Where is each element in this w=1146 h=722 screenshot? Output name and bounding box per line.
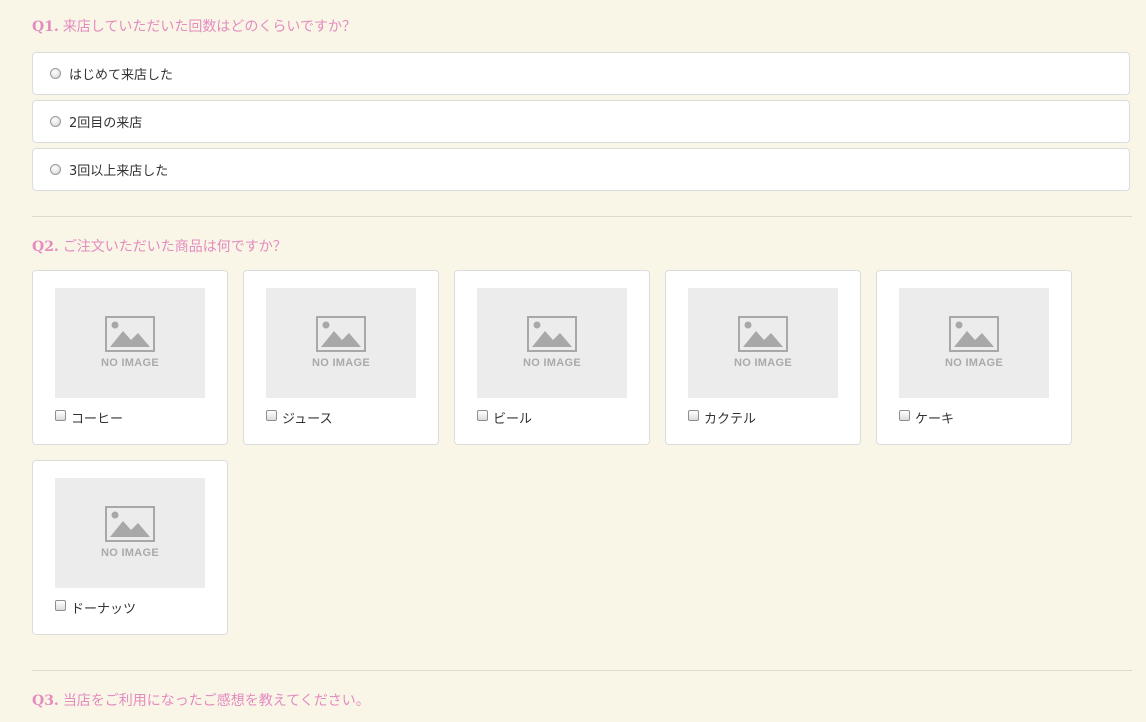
product-label: コーヒー	[71, 412, 124, 427]
no-image-placeholder: NO IMAGE	[55, 478, 205, 588]
checkbox[interactable]	[899, 410, 910, 421]
no-image-placeholder: NO IMAGE	[55, 288, 205, 398]
checkbox-row[interactable]: ドーナッツ	[55, 598, 136, 617]
no-image-text: NO IMAGE	[100, 547, 159, 559]
question-1-text: 来店していただいた回数はどのくらいですか？	[62, 19, 356, 35]
question-1-title: Q1. 来店していただいた回数はどのくらいですか？	[32, 17, 356, 37]
no-image-text: NO IMAGE	[522, 357, 581, 369]
question-3-number: Q3.	[32, 693, 59, 709]
q1-option-first-visit[interactable]: はじめて来店した	[32, 52, 1130, 95]
no-image-text: NO IMAGE	[733, 357, 792, 369]
question-2-title: Q2. ご注文いただいた商品は何ですか？	[32, 237, 287, 257]
image-placeholder-icon	[105, 506, 155, 542]
product-label: カクテル	[704, 412, 757, 427]
checkbox[interactable]	[688, 410, 699, 421]
checkbox-row[interactable]: ジュース	[266, 408, 332, 427]
checkbox-row[interactable]: ビール	[477, 408, 532, 427]
checkbox[interactable]	[55, 410, 66, 421]
product-card-donut[interactable]: NO IMAGE ドーナッツ	[32, 460, 228, 635]
product-card-juice[interactable]: NO IMAGE ジュース	[243, 270, 439, 445]
product-card-cocktail[interactable]: NO IMAGE カクテル	[665, 270, 861, 445]
image-placeholder-icon	[527, 316, 577, 352]
no-image-placeholder: NO IMAGE	[688, 288, 838, 398]
no-image-placeholder: NO IMAGE	[899, 288, 1049, 398]
no-image-text: NO IMAGE	[944, 357, 1003, 369]
checkbox[interactable]	[477, 410, 488, 421]
no-image-text: NO IMAGE	[311, 357, 370, 369]
checkbox-row[interactable]: コーヒー	[55, 408, 123, 427]
image-placeholder-icon	[105, 316, 155, 352]
option-label: 3回以上来店した	[69, 164, 169, 179]
option-label: 2回目の来店	[69, 116, 143, 131]
question-1-number: Q1.	[32, 19, 59, 35]
q1-option-second-visit[interactable]: 2回目の来店	[32, 100, 1130, 143]
section-divider	[32, 216, 1132, 217]
product-card-coffee[interactable]: NO IMAGE コーヒー	[32, 270, 228, 445]
question-2-number: Q2.	[32, 239, 59, 255]
image-placeholder-icon	[316, 316, 366, 352]
product-label: ケーキ	[915, 412, 955, 427]
image-placeholder-icon	[949, 316, 999, 352]
no-image-placeholder: NO IMAGE	[477, 288, 627, 398]
checkbox-row[interactable]: カクテル	[688, 408, 756, 427]
checkbox[interactable]	[55, 600, 66, 611]
question-3-text: 当店をご利用になったご感想を教えてください。	[62, 693, 370, 709]
product-label: ジュース	[282, 412, 333, 427]
product-card-beer[interactable]: NO IMAGE ビール	[454, 270, 650, 445]
no-image-text: NO IMAGE	[100, 357, 159, 369]
product-label: ビール	[493, 412, 533, 427]
radio-button[interactable]	[50, 116, 61, 127]
checkbox[interactable]	[266, 410, 277, 421]
section-divider	[32, 670, 1132, 671]
question-3-title: Q3. 当店をご利用になったご感想を教えてください。	[32, 691, 370, 711]
product-label: ドーナッツ	[71, 602, 137, 617]
radio-button[interactable]	[50, 164, 61, 175]
radio-button[interactable]	[50, 68, 61, 79]
question-2-text: ご注文いただいた商品は何ですか？	[62, 239, 287, 255]
q1-option-three-plus-visits[interactable]: 3回以上来店した	[32, 148, 1130, 191]
option-label: はじめて来店した	[69, 68, 174, 83]
image-placeholder-icon	[738, 316, 788, 352]
no-image-placeholder: NO IMAGE	[266, 288, 416, 398]
product-card-cake[interactable]: NO IMAGE ケーキ	[876, 270, 1072, 445]
checkbox-row[interactable]: ケーキ	[899, 408, 954, 427]
